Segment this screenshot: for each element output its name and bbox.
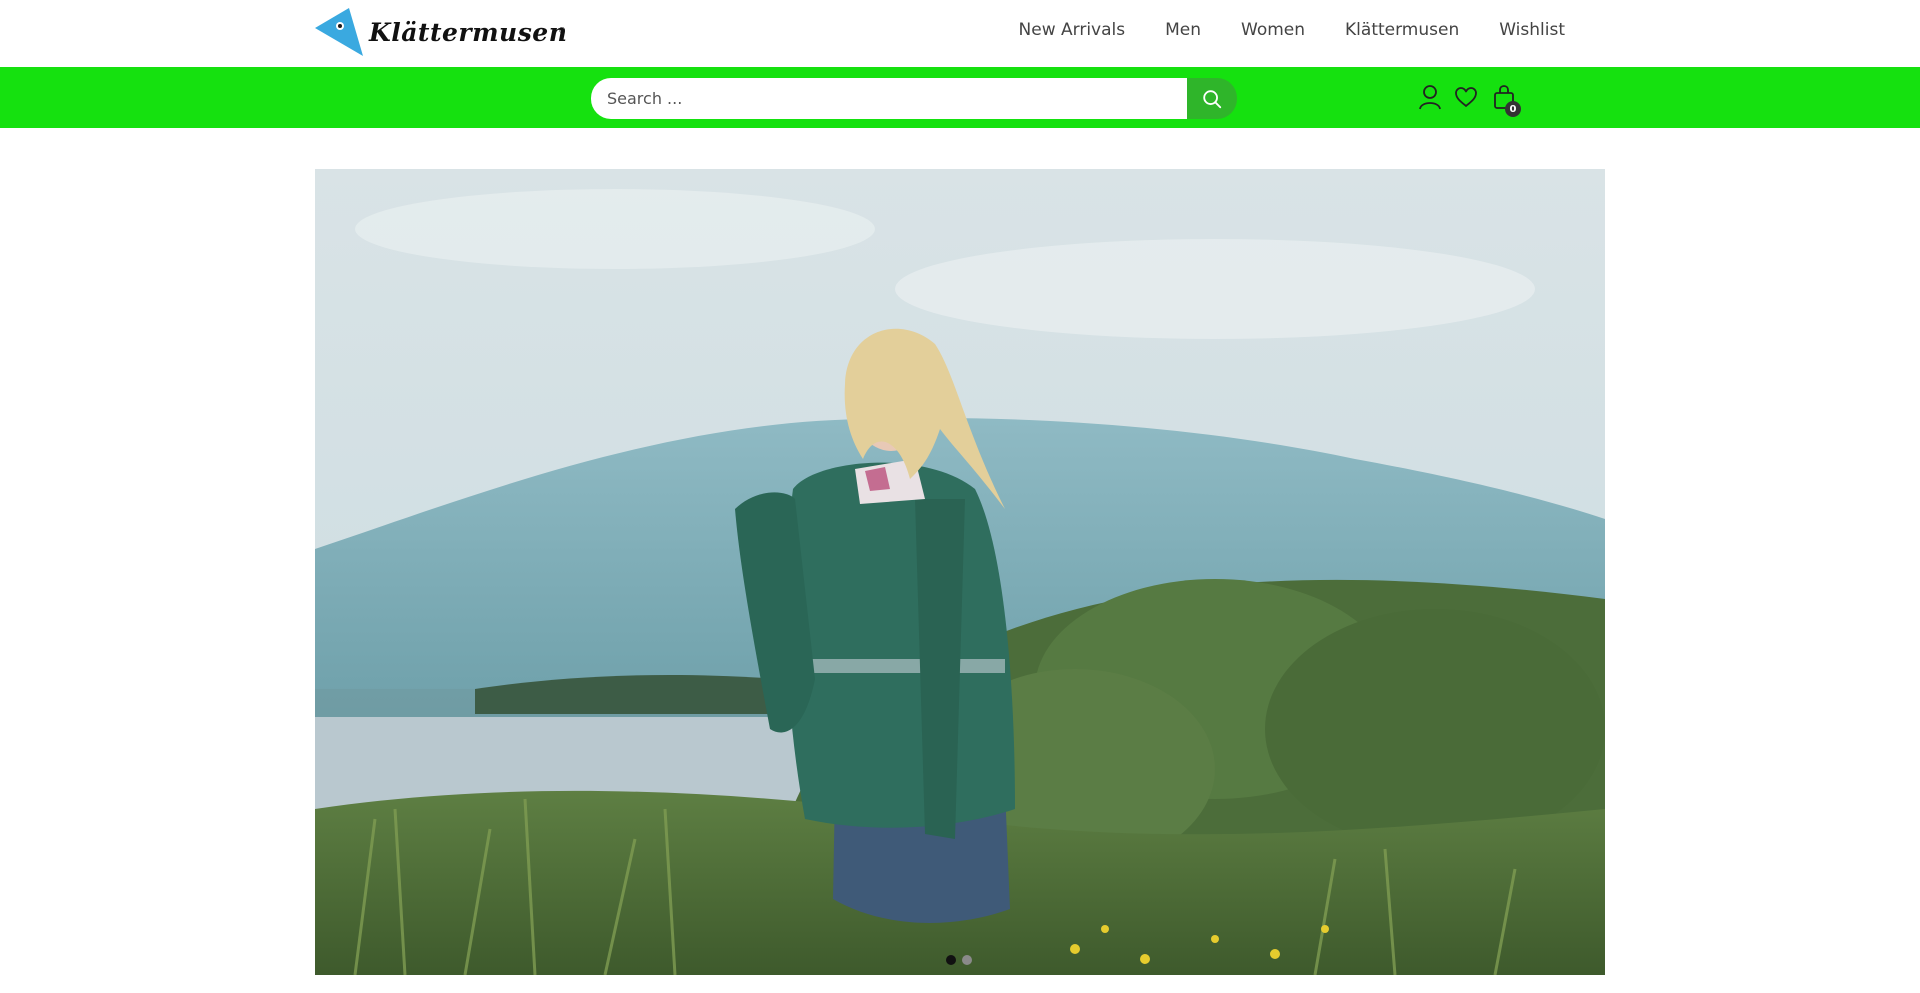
account-button[interactable] — [1415, 82, 1445, 112]
search-button[interactable] — [1187, 78, 1237, 119]
slider-pagination — [946, 955, 972, 965]
wishlist-button[interactable] — [1451, 82, 1481, 112]
cart-count-badge: 0 — [1505, 101, 1521, 117]
search-icon — [1203, 89, 1222, 108]
nav-new-arrivals[interactable]: New Arrivals — [1019, 20, 1126, 40]
slide-dot-1[interactable] — [946, 955, 956, 965]
top-header: Klättermusen ® New Arrivals Men Women Kl… — [0, 0, 1920, 67]
hero-scene — [315, 169, 1605, 975]
nav-wishlist[interactable]: Wishlist — [1499, 20, 1565, 40]
nav-men[interactable]: Men — [1165, 20, 1201, 40]
hero-banner-image[interactable] — [315, 169, 1605, 975]
main-navigation: New Arrivals Men Women Klättermusen Wish… — [1019, 20, 1565, 40]
nav-women[interactable]: Women — [1241, 20, 1305, 40]
user-icon — [1419, 85, 1441, 110]
search-input[interactable] — [591, 78, 1187, 119]
registered-mark: ® — [558, 26, 566, 35]
brand-name: Klättermusen — [369, 18, 568, 47]
heart-icon — [1455, 87, 1477, 107]
logo-mark-icon — [315, 8, 363, 56]
search-form — [591, 78, 1237, 119]
nav-klattermusen[interactable]: Klättermusen — [1345, 20, 1459, 40]
brand-logo[interactable]: Klättermusen ® — [313, 6, 573, 58]
slide-dot-2[interactable] — [962, 955, 972, 965]
